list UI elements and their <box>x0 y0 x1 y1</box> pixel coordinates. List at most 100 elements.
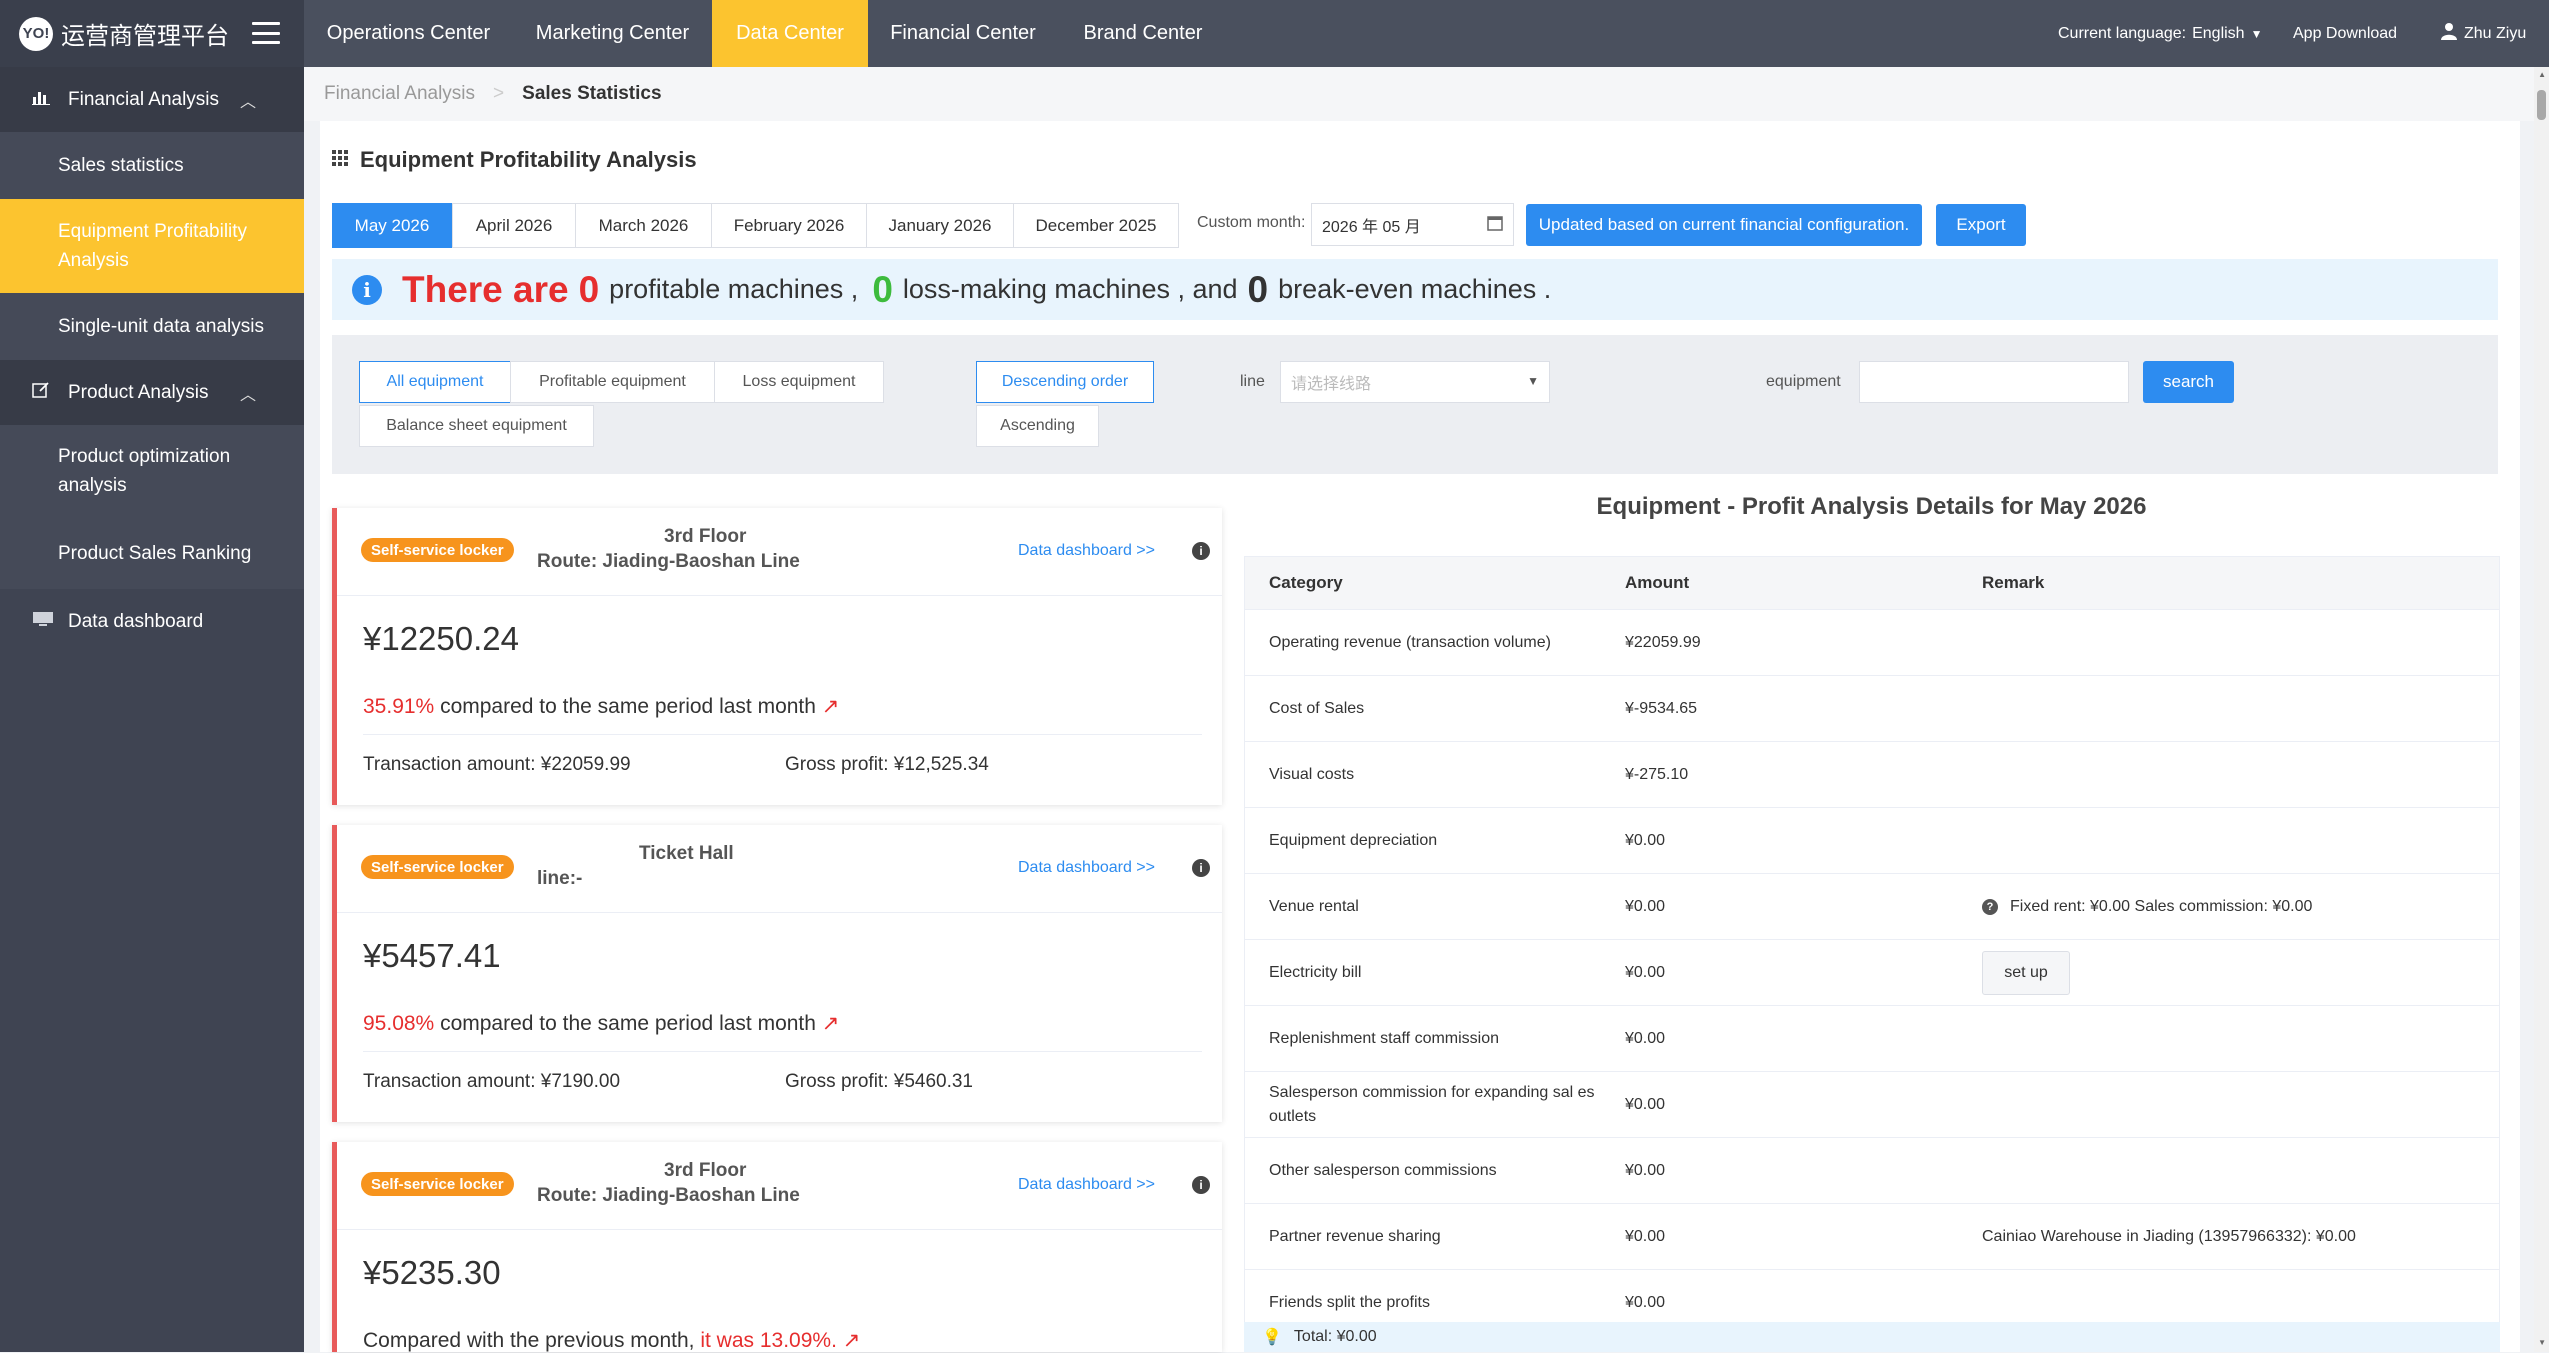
edit-icon <box>32 381 56 404</box>
tab-march-2026[interactable]: March 2026 <box>575 203 712 248</box>
page-scrollbar[interactable] <box>2534 67 2549 1352</box>
filter-loss-equipment[interactable]: Loss equipment <box>714 361 884 403</box>
order-descending[interactable]: Descending order <box>976 361 1154 403</box>
card-divider <box>337 912 1222 913</box>
tab-january-2026[interactable]: January 2026 <box>866 203 1014 248</box>
breadcrumb-parent[interactable]: Financial Analysis <box>324 83 475 105</box>
nav-brand-center[interactable]: Brand Center <box>1058 0 1228 67</box>
sidebar: YO! 运营商管理平台 Financial Analysis ︿ Sales s… <box>0 0 304 1352</box>
comparison-value: 35.91% <box>363 695 435 718</box>
row-category: Equipment depreciation <box>1269 831 1438 849</box>
tab-april-2026[interactable]: April 2026 <box>452 203 576 248</box>
table-row: Venue rental ¥0.00 ? Fixed rent: ¥0.00 S… <box>1245 874 2499 940</box>
remark-text: Fixed rent: ¥0.00 Sales commission: ¥0.0… <box>2010 897 2313 915</box>
filter-profitable-equipment[interactable]: Profitable equipment <box>510 361 715 403</box>
sidebar-item-sales-statistics[interactable]: Sales statistics <box>0 132 304 199</box>
sidebar-item-product-optimization-analysis[interactable]: Product optimization analysis <box>0 425 304 517</box>
card-location: 3rd Floor <box>664 526 747 547</box>
page-header: Equipment Profitability Analysis <box>332 147 697 173</box>
sidebar-item-data-dashboard[interactable]: Data dashboard <box>0 589 304 654</box>
nav-financial-center[interactable]: Financial Center <box>868 0 1058 67</box>
table-row: Partner revenue sharing ¥0.00 Cainiao Wa… <box>1245 1204 2499 1270</box>
trend-up-icon: ↗ <box>821 695 840 718</box>
filter-balance-sheet-equipment[interactable]: Balance sheet equipment <box>359 405 594 447</box>
user-icon <box>2440 22 2458 45</box>
device-type-badge: Self-service locker <box>361 855 514 879</box>
column-header-amount: Amount <box>1625 573 1690 592</box>
breadcrumb: Financial Analysis > Sales Statistics <box>304 67 2534 121</box>
menu-toggle-icon[interactable] <box>252 22 280 44</box>
custom-month-picker[interactable]: 2026 年 05 月 <box>1311 203 1514 246</box>
update-financial-config-button[interactable]: Updated based on current financial confi… <box>1526 204 1922 246</box>
page-title: Equipment Profitability Analysis <box>360 147 697 172</box>
profitable-count: 0 <box>578 268 600 310</box>
filter-all-equipment[interactable]: All equipment <box>359 361 511 403</box>
breakeven-count: 0 <box>1247 268 1269 310</box>
scroll-down-arrow-icon[interactable]: ▼ <box>2538 1338 2546 1347</box>
nav-marketing-center[interactable]: Marketing Center <box>513 0 712 67</box>
export-button[interactable]: Export <box>1936 204 2026 246</box>
help-icon[interactable]: ? <box>1982 898 1998 915</box>
summary-prefix: There are <box>402 268 569 310</box>
equipment-input[interactable] <box>1859 361 2129 403</box>
breadcrumb-separator: > <box>493 83 505 104</box>
column-header-category: Category <box>1269 573 1343 592</box>
line-select[interactable]: 请选择线路 ▼ <box>1280 361 1550 403</box>
table-row: Operating revenue (transaction volume) ¥… <box>1245 610 2499 676</box>
caret-down-icon: ▼ <box>1527 374 1539 388</box>
data-dashboard-link[interactable]: Data dashboard >> <box>1018 859 1155 877</box>
caret-down-icon: ▼ <box>2250 26 2263 41</box>
tab-february-2026[interactable]: February 2026 <box>711 203 867 248</box>
table-row: Equipment depreciation ¥0.00 <box>1245 808 2499 874</box>
scrollbar-thumb[interactable] <box>2537 90 2546 120</box>
sidebar-group-label: Financial Analysis <box>68 88 220 110</box>
info-icon[interactable]: i <box>1192 1176 1210 1194</box>
app-download-link[interactable]: App Download <box>2293 0 2397 67</box>
info-icon[interactable]: i <box>1192 542 1210 560</box>
column-header-remark: Remark <box>1982 573 2045 592</box>
comparison-text: compared to the same period last month <box>440 695 816 718</box>
search-button[interactable]: search <box>2143 361 2234 403</box>
row-amount: ¥0.00 <box>1625 963 1666 981</box>
transaction-amount: Transaction amount: ¥7190.00 <box>363 1071 621 1092</box>
row-category: Electricity bill <box>1269 963 1362 981</box>
sidebar-item-product-sales-ranking[interactable]: Product Sales Ranking <box>0 517 304 589</box>
language-label: Current language: <box>2058 24 2187 42</box>
card-divider <box>337 595 1222 596</box>
filter-panel <box>332 335 2498 474</box>
data-dashboard-link[interactable]: Data dashboard >> <box>1018 542 1155 560</box>
monitor-icon <box>32 611 56 632</box>
loss-label: loss-making machines , and <box>902 274 1238 304</box>
data-dashboard-link[interactable]: Data dashboard >> <box>1018 1176 1155 1194</box>
table-row: Salesperson commission for expanding sal… <box>1245 1072 2499 1138</box>
table-row: Other salesperson commissions ¥0.00 <box>1245 1138 2499 1204</box>
device-type-badge: Self-service locker <box>361 538 514 562</box>
calendar-icon <box>1487 215 1503 236</box>
sidebar-group-financial-analysis[interactable]: Financial Analysis ︿ <box>0 67 304 132</box>
sidebar-item-label: Product Sales Ranking <box>58 542 252 564</box>
row-amount: ¥22059.99 <box>1625 633 1701 651</box>
language-selector[interactable]: Current language: English ▼ <box>2058 0 2262 67</box>
logo-icon: YO! <box>19 16 53 51</box>
card-route: line:- <box>537 868 583 889</box>
row-amount: ¥-275.10 <box>1625 765 1689 783</box>
line-label: line <box>1240 373 1265 390</box>
nav-operations-center[interactable]: Operations Center <box>304 0 513 67</box>
info-icon[interactable]: i <box>1192 859 1210 877</box>
tab-may-2026[interactable]: May 2026 <box>332 203 452 248</box>
comparison-text: compared to the same period last month <box>440 1012 816 1035</box>
card-location: 3rd Floor <box>664 1160 747 1181</box>
order-ascending[interactable]: Ascending <box>976 405 1099 447</box>
row-category: Other salesperson commissions <box>1269 1161 1497 1179</box>
tab-december-2025[interactable]: December 2025 <box>1013 203 1179 248</box>
card-divider <box>337 1229 1222 1230</box>
scroll-up-arrow-icon[interactable]: ▲ <box>2538 70 2546 79</box>
row-amount: ¥0.00 <box>1625 1029 1666 1047</box>
sidebar-group-product-analysis[interactable]: Product Analysis ︿ <box>0 360 304 425</box>
row-remark: set up <box>1982 940 2070 1005</box>
user-menu[interactable]: Zhu Ziyu <box>2440 0 2526 67</box>
nav-data-center[interactable]: Data Center <box>712 0 868 67</box>
sidebar-item-equipment-profitability-analysis[interactable]: Equipment Profitability Analysis <box>0 199 304 293</box>
sidebar-item-single-unit-data-analysis[interactable]: Single-unit data analysis <box>0 293 304 360</box>
setup-button[interactable]: set up <box>1982 950 2070 995</box>
